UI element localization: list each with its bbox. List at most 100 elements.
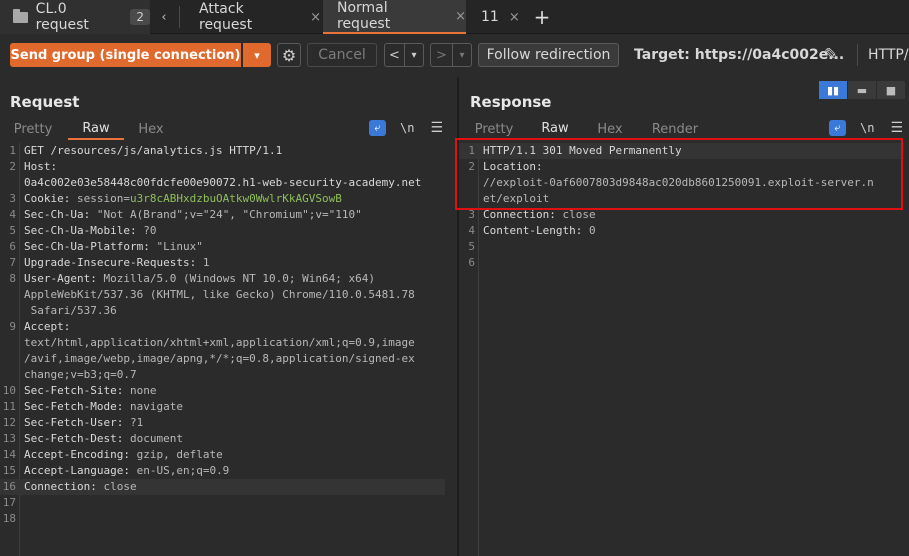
request-editor-tools: ⤶ \n ☰ [369, 119, 443, 137]
line-text: Sec-Ch-Ua-Platform: "Linux" [24, 239, 203, 255]
header-value: close [103, 480, 137, 493]
code-line: 6 Sec-Ch-Ua-Platform: "Linux" [0, 239, 445, 255]
line-text: Sec-Ch-Ua-Mobile: ?0 [24, 223, 156, 239]
header-value: 0 [588, 224, 596, 237]
header-name: User-Agent: [24, 272, 104, 285]
close-icon[interactable]: × [509, 10, 520, 25]
layout-single-icon[interactable]: ■ [877, 81, 905, 99]
edit-target-icon[interactable]: ✎ [824, 45, 838, 65]
code-line: 15 Accept-Language: en-US,en;q=0.9 [0, 463, 445, 479]
layout-toggle-group: ▮▮ ▬ ■ [818, 81, 905, 99]
line-number: 5 [468, 240, 475, 253]
send-group-button[interactable]: Send group (single connection) [10, 43, 241, 67]
line-number: 3 [468, 208, 475, 221]
tab-hex[interactable]: Hex [128, 118, 174, 140]
line-text: Location: [483, 159, 543, 175]
header-value: none [129, 384, 157, 397]
header-value: document [129, 432, 183, 445]
line-text: /avif,image/webp,image/apng,*/*;q=0.8,ap… [24, 351, 415, 367]
close-icon[interactable]: × [455, 9, 466, 24]
code-line: 4 Content-Length: 0 [459, 223, 904, 239]
newline-toggle-icon[interactable]: \n [860, 121, 874, 135]
http-version-selector[interactable]: HTTP/1 [868, 47, 909, 63]
back-button[interactable]: < [385, 44, 405, 66]
tab-render[interactable]: Render [645, 118, 705, 140]
code-line: 2 Location: [459, 159, 904, 175]
wrap-lines-icon[interactable]: ⤶ [369, 120, 386, 136]
line-text: Sec-Fetch-User: ?1 [24, 415, 143, 431]
layout-side-by-side-icon[interactable]: ▮▮ [819, 81, 847, 99]
code-line: 7 Upgrade-Insecure-Requests: 1 [0, 255, 445, 271]
line-number: 13 [2, 432, 16, 445]
tab-group-count-badge: 2 [130, 9, 150, 25]
tab-divider [179, 6, 180, 28]
header-value: //exploit-0af6007803d9848ac020db86012500… [483, 176, 874, 189]
request-editor[interactable]: 1 GET /resources/js/analytics.js HTTP/1.1… [0, 143, 457, 556]
tab-raw[interactable]: Raw [68, 118, 124, 140]
close-icon[interactable]: × [310, 10, 321, 25]
follow-redirection-button[interactable]: Follow redirection [478, 43, 619, 67]
code-line: 4 Sec-Ch-Ua: "Not A(Brand";v="24", "Chrom… [0, 207, 445, 223]
back-history-dropdown[interactable]: ▾ [405, 44, 423, 66]
code-line: 3 Connection: close [459, 207, 904, 223]
tab-attack-request[interactable]: Attack request × [181, 0, 321, 34]
folder-icon [13, 8, 28, 23]
tab-raw[interactable]: Raw [529, 118, 581, 140]
tab-normal-request[interactable]: Normal request × [323, 0, 466, 34]
code-line: Safari/537.36 [0, 303, 445, 319]
tab-label: Attack request [199, 1, 253, 33]
forward-button[interactable]: > [431, 44, 453, 66]
tab-scroll-left-button[interactable]: ‹ [150, 0, 178, 34]
response-lines: 1 HTTP/1.1 301 Moved Permanently 2 Location… [459, 143, 904, 271]
line-number: 8 [9, 272, 16, 285]
menu-icon[interactable]: ☰ [430, 120, 443, 136]
tab-group-cl0[interactable]: CL.0 request 2 [0, 0, 150, 34]
line-text: HTTP/1.1 301 Moved Permanently [483, 143, 682, 159]
line-number: 6 [9, 240, 16, 253]
line-number: 1 [9, 144, 16, 157]
header-value: Mozilla/5.0 (Windows NT 10.0; Win64; x64… [103, 272, 376, 285]
request-view-tabs: Pretty Raw Hex [0, 118, 300, 142]
tab-hex[interactable]: Hex [589, 118, 631, 140]
settings-button[interactable]: ⚙ [277, 43, 301, 67]
code-line: 6 [459, 255, 904, 271]
header-value: close [562, 208, 596, 221]
line-text: Sec-Fetch-Dest: document [24, 431, 183, 447]
line-text: 0a4c002e03e58448c00fdcfe00e90072.h1-web-… [24, 175, 421, 191]
header-name: Upgrade-Insecure-Requests: [24, 256, 203, 269]
wrap-lines-icon[interactable]: ⤶ [829, 120, 846, 136]
tab-pretty[interactable]: Pretty [8, 118, 58, 140]
line-text: Sec-Ch-Ua: "Not A(Brand";v="24", "Chromi… [24, 207, 362, 223]
code-line: et/exploit [459, 191, 904, 207]
code-line: /avif,image/webp,image/apng,*/*;q=0.8,ap… [0, 351, 445, 367]
code-line: 1 HTTP/1.1 301 Moved Permanently [459, 143, 904, 159]
new-tab-button[interactable]: + [530, 0, 554, 34]
code-line: 13 Sec-Fetch-Dest: document [0, 431, 445, 447]
tab-11[interactable]: 11 × [468, 0, 525, 34]
line-text: Connection: close [483, 207, 596, 223]
response-editor[interactable]: 1 HTTP/1.1 301 Moved Permanently 2 Location… [459, 143, 909, 556]
tab-group-label: CL.0 request [35, 1, 89, 33]
line-text: Accept: [24, 319, 70, 335]
header-value: change;v=b3;q=0.7 [24, 368, 137, 381]
code-line: 14 Accept-Encoding: gzip, deflate [0, 447, 445, 463]
newline-toggle-icon[interactable]: \n [400, 121, 414, 135]
send-options-dropdown[interactable]: ▾ [243, 43, 271, 67]
header-value: ?1 [129, 416, 144, 429]
menu-icon[interactable]: ☰ [890, 120, 903, 136]
line-text: change;v=b3;q=0.7 [24, 367, 137, 383]
line-number: 4 [468, 224, 475, 237]
line-text: Upgrade-Insecure-Requests: 1 [24, 255, 209, 271]
header-name: Accept: [24, 320, 71, 333]
code-line: 3 Cookie: session=u3r8cABHxdzbuOAtkw0Wwlr… [0, 191, 445, 207]
request-lines: 1 GET /resources/js/analytics.js HTTP/1.1… [0, 143, 445, 527]
toolbar-divider [857, 44, 858, 66]
cancel-button[interactable]: Cancel [307, 43, 377, 67]
header-name: Sec-Fetch-Site: [24, 384, 130, 397]
history-back-group: < ▾ [384, 43, 424, 67]
layout-stacked-icon[interactable]: ▬ [848, 81, 876, 99]
tab-pretty[interactable]: Pretty [469, 118, 519, 140]
line-text: Sec-Fetch-Site: none [24, 383, 156, 399]
header-value: gzip, deflate [136, 448, 223, 461]
forward-history-dropdown[interactable]: ▾ [453, 44, 471, 66]
